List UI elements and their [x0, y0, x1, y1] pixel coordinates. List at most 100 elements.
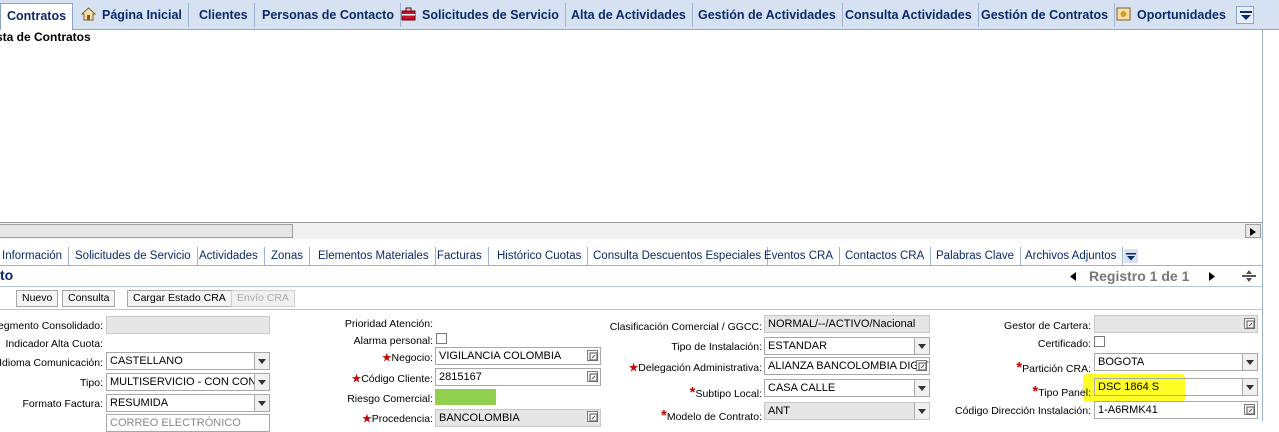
- tipo-instalacion-select[interactable]: ESTANDAR: [764, 337, 930, 355]
- tab-label: Clientes: [199, 8, 248, 22]
- clasificacion-value: NORMAL/--/ACTIVO/Nacional: [768, 318, 916, 330]
- codigo-cliente-value: 2815167: [439, 371, 482, 383]
- previous-record-icon[interactable]: [1070, 272, 1076, 281]
- tipo-panel-label-text: Tipo Panel:: [1038, 387, 1091, 399]
- particion-label-text: Partición CRA:: [1022, 363, 1091, 375]
- tipo-panel-select[interactable]: DSC 1864 S: [1094, 378, 1258, 396]
- subtab-eventos-cra[interactable]: Eventos CRA: [758, 247, 841, 266]
- alarma-checkbox[interactable]: [436, 333, 447, 344]
- next-record-icon[interactable]: [1209, 272, 1215, 281]
- subtab-elementos-materiales[interactable]: Elementos Materiales: [312, 247, 436, 266]
- tab-oportunidades[interactable]: Oportunidades: [1110, 3, 1232, 27]
- arrow-right-icon: [1250, 228, 1256, 236]
- picker-icon[interactable]: [587, 350, 598, 361]
- tab-label: Personas de Contacto: [262, 8, 394, 22]
- picker-icon[interactable]: [587, 371, 598, 382]
- subtab-label: Actividades: [199, 250, 258, 262]
- tab-label: Consulta Actividades: [845, 8, 972, 22]
- tab-gestion-actividades[interactable]: Gestión de Actividades: [692, 3, 843, 27]
- tab-gestion-contratos[interactable]: Gestión de Contratos: [975, 3, 1116, 27]
- codigo-dir-field[interactable]: 1-A6RMK41: [1094, 401, 1258, 419]
- tab-personas-contacto[interactable]: Personas de Contacto: [256, 3, 401, 27]
- tab-label: Gestión de Actividades: [698, 8, 836, 22]
- negocio-field[interactable]: VIGILANCIA COLOMBIA: [435, 347, 601, 365]
- subtab-solicitudes[interactable]: Solicitudes de Servicio: [69, 247, 198, 266]
- modelo-label: *Modelo de Contrato:: [661, 407, 762, 424]
- subtab-zonas[interactable]: Zonas: [265, 247, 310, 266]
- clasificacion-field: NORMAL/--/ACTIVO/Nacional: [764, 315, 930, 333]
- new-button[interactable]: Nuevo: [16, 290, 59, 307]
- dropdown-arrow[interactable]: [1242, 354, 1257, 370]
- codigo-cliente-field[interactable]: 2815167: [435, 368, 601, 386]
- list-applet-title: sta de Contratos: [0, 30, 91, 44]
- procedencia-label: ★Procedencia:: [362, 413, 433, 425]
- right-divider: [1262, 30, 1263, 421]
- dropdown-arrow[interactable]: [254, 374, 269, 390]
- subtab-consulta-descuentos[interactable]: Consulta Descuentos Especiales: [587, 247, 769, 266]
- picker-icon[interactable]: [1244, 318, 1255, 329]
- tab-label: Contratos: [7, 9, 67, 23]
- delegacion-label-text: Delegación Administrativa:: [638, 362, 762, 374]
- particion-select[interactable]: BOGOTA: [1094, 353, 1258, 371]
- more-subtabs-button[interactable]: [1124, 249, 1138, 263]
- negocio-label: ★Negocio:: [382, 352, 433, 364]
- tab-pagina-inicial[interactable]: Página Inicial: [75, 3, 189, 27]
- tipo-value: MULTISERVICIO - CON CONEX: [110, 376, 270, 388]
- picker-icon[interactable]: [916, 360, 927, 371]
- subtab-facturas[interactable]: Facturas: [431, 247, 489, 266]
- load-cra-status-button[interactable]: Cargar Estado CRA: [127, 290, 232, 307]
- scroll-right-button[interactable]: [1245, 224, 1261, 238]
- tab-label: Solicitudes de Servicio: [422, 8, 559, 22]
- alarma-label: Alarma personal:: [353, 335, 433, 347]
- subtipo-select[interactable]: CASA CALLE: [764, 379, 930, 397]
- expand-collapse-icon[interactable]: [1242, 270, 1256, 282]
- scrollbar-thumb[interactable]: [0, 224, 293, 238]
- subtab-palabras-clave[interactable]: Palabras Clave: [930, 247, 1021, 266]
- dropdown-arrow[interactable]: [914, 338, 929, 354]
- gestor-field: [1094, 315, 1258, 333]
- subtipo-label-text: Subtipo Local:: [695, 388, 762, 400]
- more-tabs-button[interactable]: [1236, 6, 1254, 24]
- query-button[interactable]: Consulta: [62, 290, 116, 307]
- chevron-down-icon: [258, 359, 266, 364]
- certificado-label: Certificado:: [1037, 338, 1091, 350]
- certificado-checkbox[interactable]: [1094, 336, 1105, 347]
- subtab-historico-cuotas[interactable]: Histórico Cuotas: [491, 247, 589, 266]
- subtab-archivos-adjuntos[interactable]: Archivos Adjuntos: [1019, 247, 1124, 266]
- modelo-select[interactable]: ANT: [764, 402, 930, 420]
- horizontal-scrollbar[interactable]: [0, 222, 1262, 239]
- idioma-label: Idioma Comunicación:: [0, 357, 103, 369]
- required-icon: ★: [382, 352, 392, 364]
- tab-consulta-actividades[interactable]: Consulta Actividades: [839, 3, 979, 27]
- tab-contratos[interactable]: Contratos: [0, 3, 74, 30]
- dropdown-arrow[interactable]: [254, 353, 269, 369]
- tab-alta-actividades[interactable]: Alta de Actividades: [565, 3, 693, 27]
- formato-select[interactable]: RESUMIDA: [106, 394, 270, 412]
- tab-solicitudes-servicio[interactable]: Solicitudes de Servicio: [395, 3, 566, 27]
- picker-icon[interactable]: [587, 411, 598, 422]
- dropdown-arrow[interactable]: [1242, 379, 1257, 395]
- send-cra-button: Envío CRA: [231, 290, 295, 307]
- chevron-down-icon: [918, 344, 926, 349]
- dropdown-arrow[interactable]: [914, 380, 929, 396]
- delegacion-field[interactable]: ALIANZA BANCOLOMBIA DIGIT: [764, 357, 930, 375]
- record-counter: Registro 1 de 1: [1089, 268, 1190, 284]
- subtab-contactos-cra[interactable]: Contactos CRA: [839, 247, 932, 266]
- formato-value: RESUMIDA: [110, 397, 169, 409]
- tab-clientes[interactable]: Clientes: [193, 3, 255, 27]
- dropdown-arrow[interactable]: [914, 403, 929, 419]
- divider: [0, 309, 1262, 310]
- correspondence-select[interactable]: CORREO ELECTRÓNICO: [106, 414, 270, 432]
- subtipo-value: CASA CALLE: [768, 382, 836, 394]
- procedencia-field[interactable]: BANCOLOMBIA: [435, 409, 601, 427]
- tipo-select[interactable]: MULTISERVICIO - CON CONEX: [106, 373, 270, 391]
- subtab-label: Palabras Clave: [936, 250, 1014, 262]
- subtab-informacion[interactable]: Información: [0, 247, 70, 266]
- picker-icon[interactable]: [1244, 404, 1255, 415]
- tipo-label: Tipo:: [80, 377, 103, 389]
- subtab-label: Archivos Adjuntos: [1025, 250, 1117, 262]
- subtab-label: Consulta Descuentos Especiales: [593, 250, 762, 262]
- idioma-select[interactable]: CASTELLANO: [106, 352, 270, 370]
- dropdown-arrow[interactable]: [254, 395, 269, 411]
- subtab-actividades[interactable]: Actividades: [193, 247, 265, 266]
